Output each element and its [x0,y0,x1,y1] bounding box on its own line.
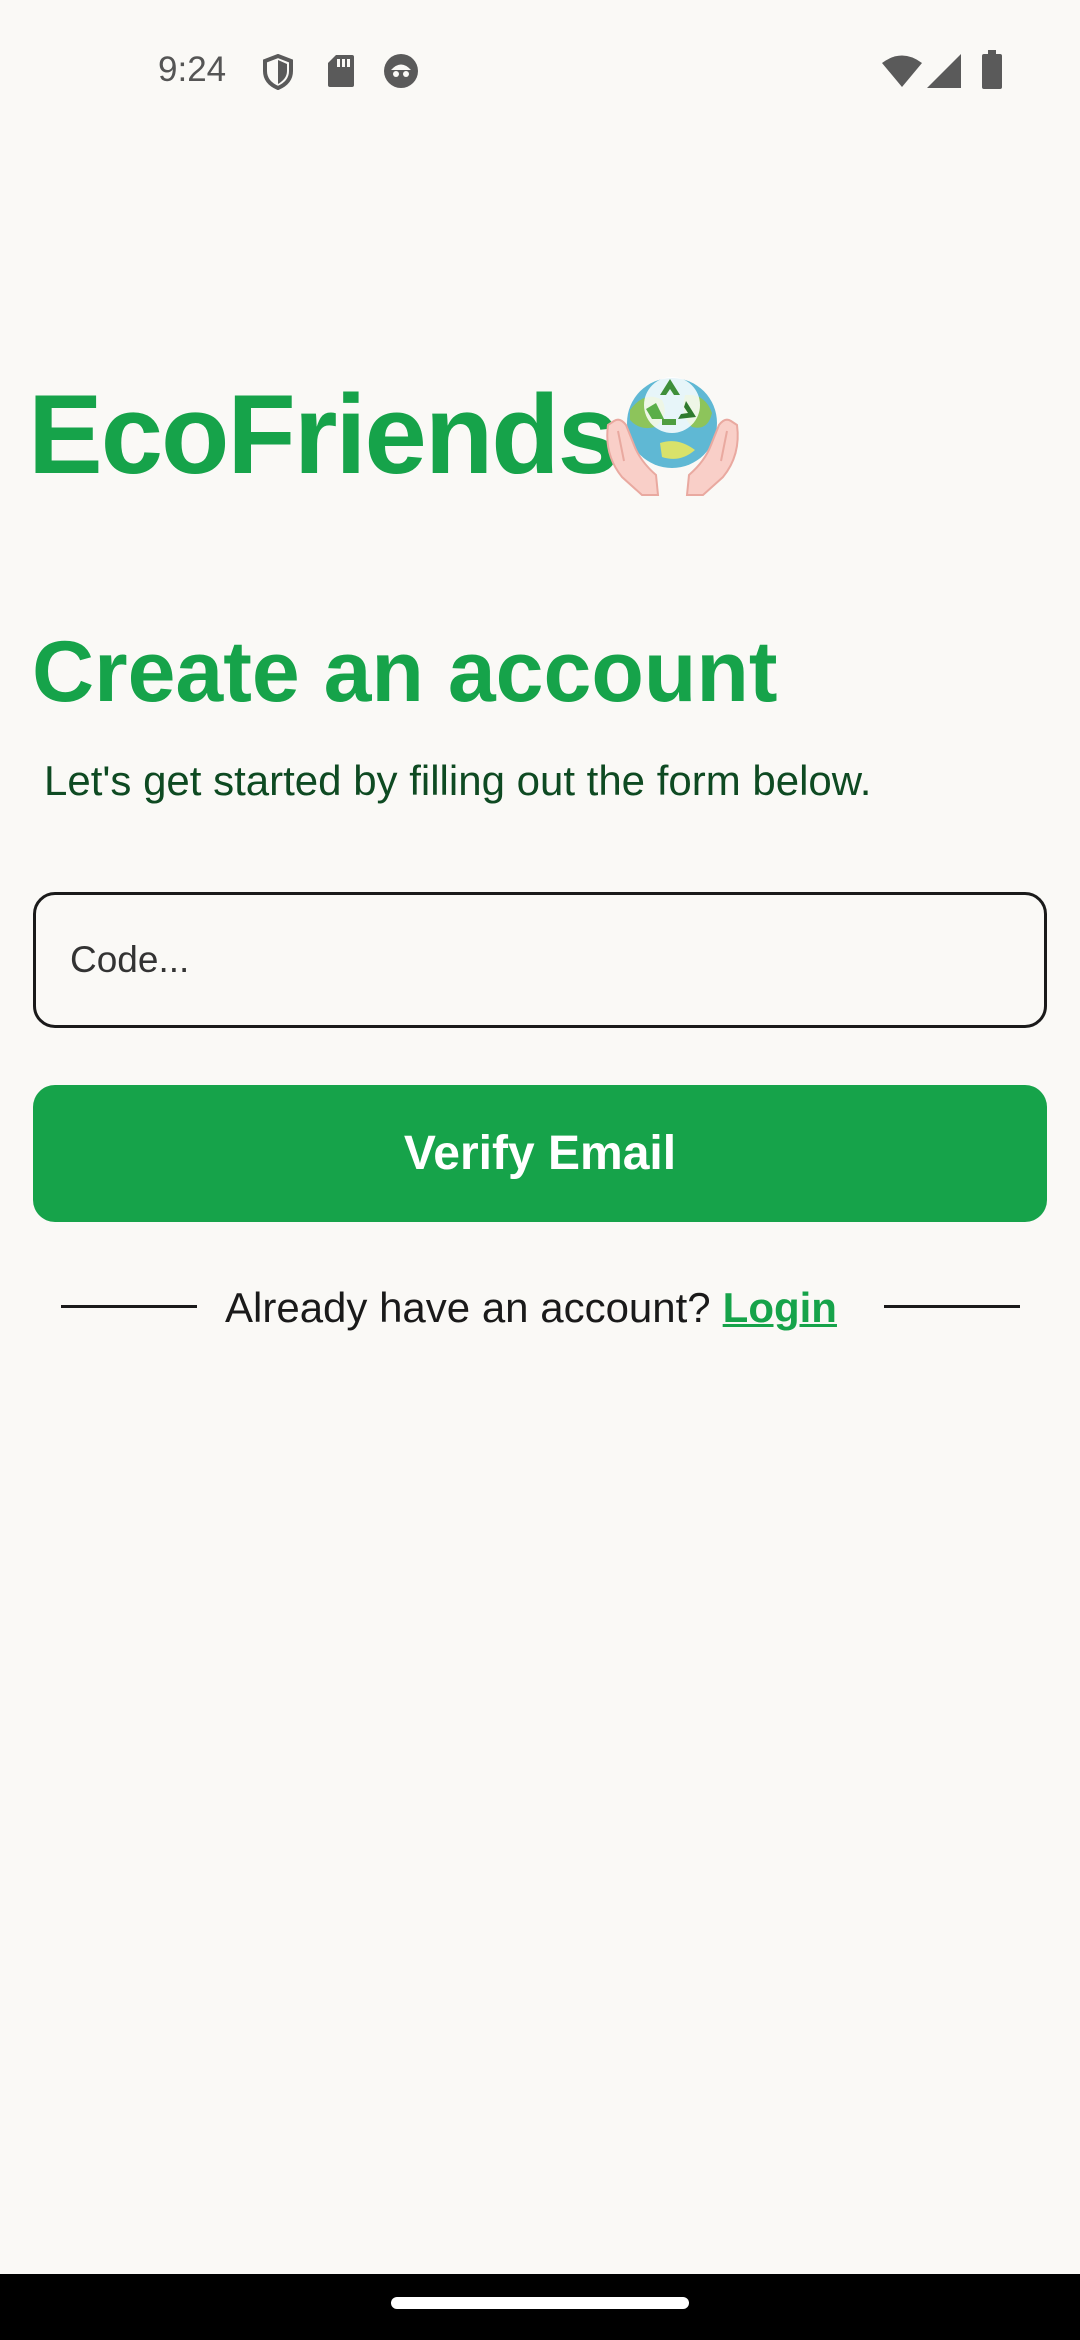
cell-signal-icon [927,54,961,88]
divider-left [61,1305,197,1308]
verify-email-button[interactable]: Verify Email [33,1085,1047,1222]
page-subtitle: Let's get started by filling out the for… [44,757,872,804]
status-bar: 9:24 [0,0,1080,140]
login-prompt: Already have an account? Login [225,1282,837,1334]
hands-holding-earth-logo-icon [606,377,739,496]
login-prompt-text: Already have an account? [225,1284,711,1331]
divider-right [884,1305,1020,1308]
home-indicator[interactable] [391,2297,689,2309]
battery-icon [982,50,1002,89]
login-link[interactable]: Login [723,1284,837,1331]
sd-card-icon [328,55,354,87]
wifi-icon [882,55,922,87]
page-title: Create an account [32,624,778,720]
signup-screen: 9:24 EcoFriends Create an account Let's … [0,0,1080,2340]
app-title: EcoFriends [28,372,620,497]
shield-icon [263,54,293,90]
status-time: 9:24 [158,50,227,89]
verification-code-input[interactable] [33,892,1047,1028]
robot-face-icon [384,54,418,88]
